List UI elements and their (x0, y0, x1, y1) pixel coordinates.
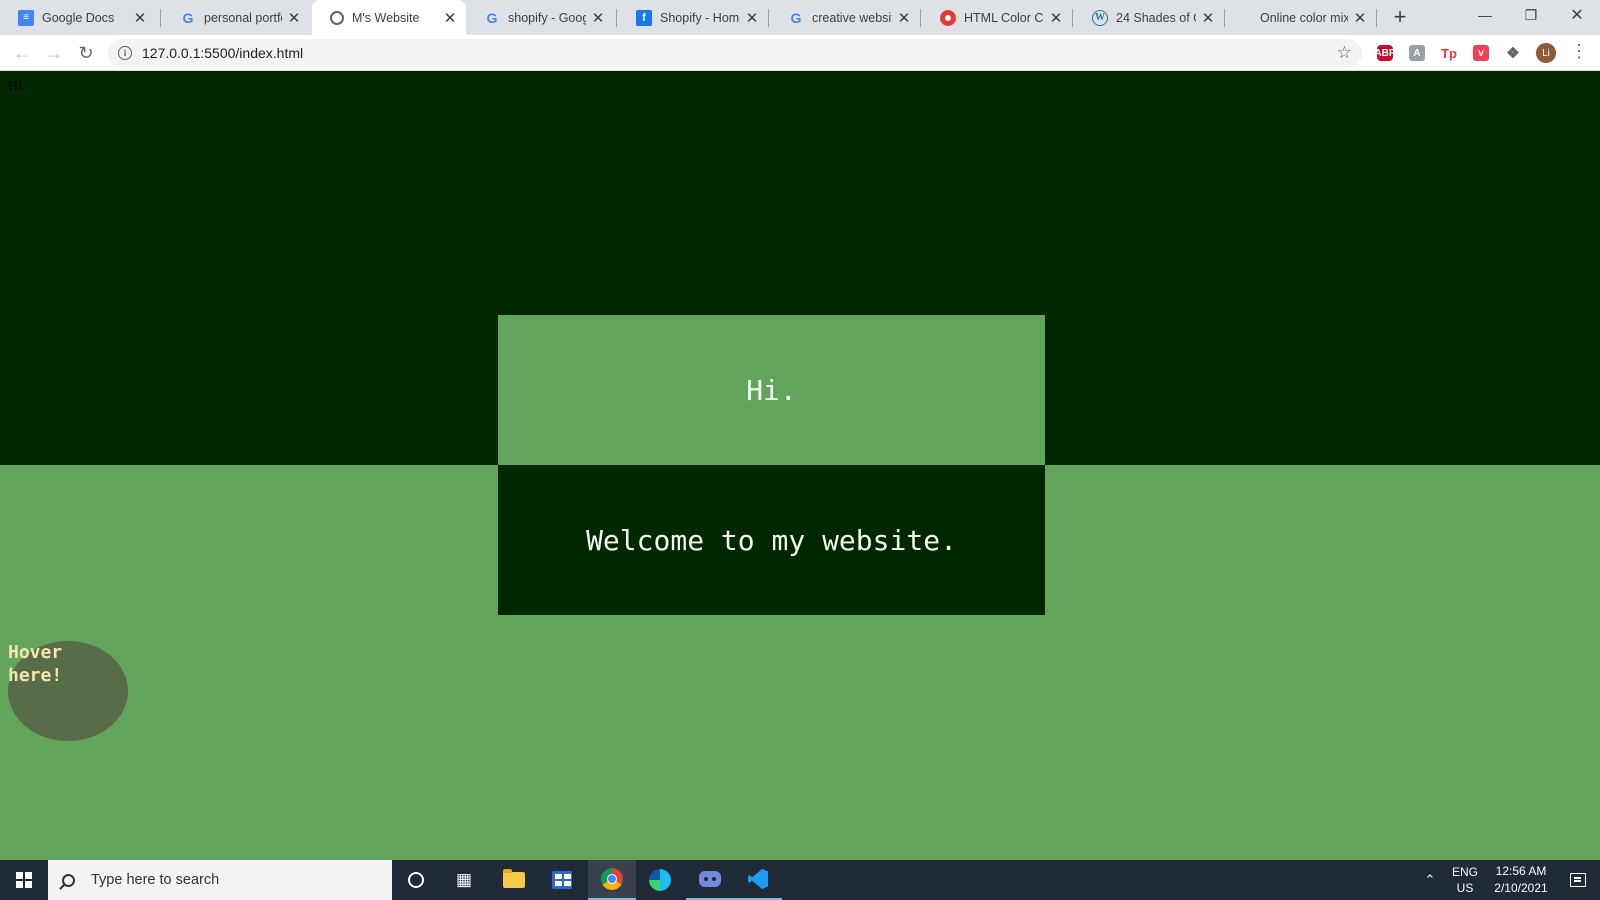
pocket-extension-icon[interactable]: v (1473, 45, 1489, 61)
tab-shopify-google[interactable]: G shopify - Google ✕ (466, 0, 614, 35)
folder-icon (503, 869, 525, 888)
google-icon: G (790, 9, 802, 26)
discord-taskbar-button[interactable] (686, 860, 734, 900)
tab-title: Online color mix (1260, 10, 1348, 25)
forward-arrow-icon[interactable]: → (40, 39, 68, 67)
show-hidden-icons-chevron-icon[interactable]: ⌃ (1418, 860, 1442, 900)
action-center-button[interactable] (1560, 860, 1596, 900)
tab-title: Google Docs (42, 10, 115, 25)
notification-icon (1570, 873, 1586, 887)
close-icon[interactable]: ✕ (590, 10, 606, 27)
vscode-taskbar-button[interactable] (734, 860, 782, 900)
keyboard-layout: US (1456, 881, 1474, 895)
tp-extension-icon[interactable]: Tp (1441, 45, 1457, 61)
hover-label[interactable]: Hover here! (8, 641, 78, 687)
tab-personal-portfolio[interactable]: G personal portfolio ✕ (162, 0, 310, 35)
store-button[interactable] (538, 860, 586, 900)
minimize-icon[interactable]: — (1462, 0, 1508, 30)
window-close-icon[interactable]: ✕ (1554, 0, 1600, 30)
tab-separator (920, 9, 921, 27)
kebab-menu-icon[interactable]: ⋮ (1570, 41, 1588, 62)
site-info-icon[interactable]: i (118, 46, 132, 60)
tab-title: personal portfolio (204, 10, 282, 25)
facebook-icon: f (636, 9, 652, 26)
tab-shades-of-green[interactable]: W 24 Shades of Gre ✕ (1074, 0, 1224, 35)
address-bar[interactable]: i 127.0.0.1:5500/index.html ☆ (108, 39, 1362, 67)
close-icon[interactable]: ✕ (1048, 10, 1064, 27)
system-clock[interactable]: 12:56 AM 2/10/2021 (1486, 860, 1556, 900)
tab-separator (768, 9, 769, 27)
language-indicator[interactable]: ENG US (1446, 860, 1484, 900)
google-docs-icon: ≡ (18, 9, 34, 26)
tab-title: 24 Shades of Gre (1116, 10, 1196, 25)
chrome-taskbar-button[interactable] (588, 860, 636, 900)
profile-avatar[interactable]: Li (1536, 43, 1556, 63)
edge-taskbar-button[interactable] (636, 860, 684, 900)
language-code: ENG (1451, 865, 1478, 879)
edge-icon (649, 869, 671, 891)
clock-time: 12:56 AM (1495, 864, 1547, 878)
tab-separator (616, 9, 617, 27)
tab-title: Shopify - Home (660, 10, 740, 25)
wordpress-icon: W (1092, 9, 1108, 26)
google-icon: G (486, 9, 498, 26)
corner-heading: Hi (8, 79, 22, 94)
close-icon[interactable]: ✕ (1352, 10, 1368, 27)
tab-separator (1376, 9, 1377, 27)
bookmark-star-icon[interactable]: ☆ (1337, 43, 1352, 63)
close-icon[interactable]: ✕ (1200, 10, 1216, 27)
restore-icon[interactable]: ❐ (1508, 0, 1554, 30)
windows-taskbar: Type here to search ▦ ⌃ ENG US 12:56 AM … (0, 860, 1600, 900)
tab-creative-website[interactable]: G creative website ✕ (770, 0, 920, 35)
taskbar-search-box[interactable]: Type here to search (48, 860, 392, 900)
tab-title: M's Website (352, 10, 420, 25)
close-icon[interactable]: ✕ (896, 10, 912, 27)
google-icon: G (182, 9, 194, 26)
address-url[interactable]: 127.0.0.1:5500/index.html (142, 45, 303, 61)
hi-box: Hi. (498, 315, 1045, 465)
tab-google-docs[interactable]: ≡ Google Docs ✕ (0, 0, 156, 35)
search-icon (62, 873, 75, 887)
page-viewport: Hi Hi. Welcome to my website. Hover here… (0, 71, 1600, 860)
windows-logo-icon (16, 872, 32, 888)
file-explorer-button[interactable] (490, 860, 538, 900)
search-placeholder: Type here to search (91, 872, 220, 888)
discord-icon (699, 871, 721, 887)
browser-toolbar: ← → ↻ i 127.0.0.1:5500/index.html ☆ ABP … (0, 35, 1600, 71)
tab-shopify-home[interactable]: f Shopify - Home ✕ (618, 0, 768, 35)
tab-online-color-mixer[interactable]: Online color mix ✕ (1226, 0, 1376, 35)
welcome-box: Welcome to my website. (498, 465, 1045, 615)
vscode-icon (748, 869, 768, 889)
new-tab-plus-icon[interactable]: + (1388, 4, 1412, 29)
extension-icon[interactable]: A (1409, 45, 1425, 61)
color-codes-icon (940, 9, 956, 26)
start-button[interactable] (0, 860, 48, 900)
store-icon (552, 871, 572, 889)
close-icon[interactable]: ✕ (744, 10, 760, 27)
clock-date: 2/10/2021 (1494, 881, 1548, 895)
tab-separator (1072, 9, 1073, 27)
back-arrow-icon[interactable]: ← (8, 39, 36, 67)
close-icon[interactable]: ✕ (132, 10, 148, 27)
cortana-button[interactable] (392, 860, 440, 900)
browser-tab-strip: ≡ Google Docs ✕ G personal portfolio ✕ M… (0, 0, 1600, 35)
task-view-icon[interactable]: ▦ (440, 860, 488, 900)
extensions-puzzle-icon[interactable]: ❖ (1505, 45, 1521, 62)
close-icon[interactable]: ✕ (286, 10, 302, 27)
chrome-icon (601, 868, 623, 890)
tab-title: HTML Color Codes (964, 10, 1044, 25)
tab-separator (160, 9, 161, 27)
globe-icon (330, 10, 344, 25)
close-icon[interactable]: ✕ (442, 10, 458, 27)
cortana-circle-icon (408, 872, 424, 888)
tab-separator (1224, 9, 1225, 27)
reload-icon[interactable]: ↻ (72, 39, 100, 67)
tab-title: shopify - Google (508, 10, 586, 25)
tab-html-color-codes[interactable]: HTML Color Codes ✕ (922, 0, 1072, 35)
tab-title: creative website (812, 10, 892, 25)
adblock-extension-icon[interactable]: ABP (1374, 45, 1396, 61)
tab-ms-website[interactable]: M's Website ✕ (312, 0, 466, 35)
